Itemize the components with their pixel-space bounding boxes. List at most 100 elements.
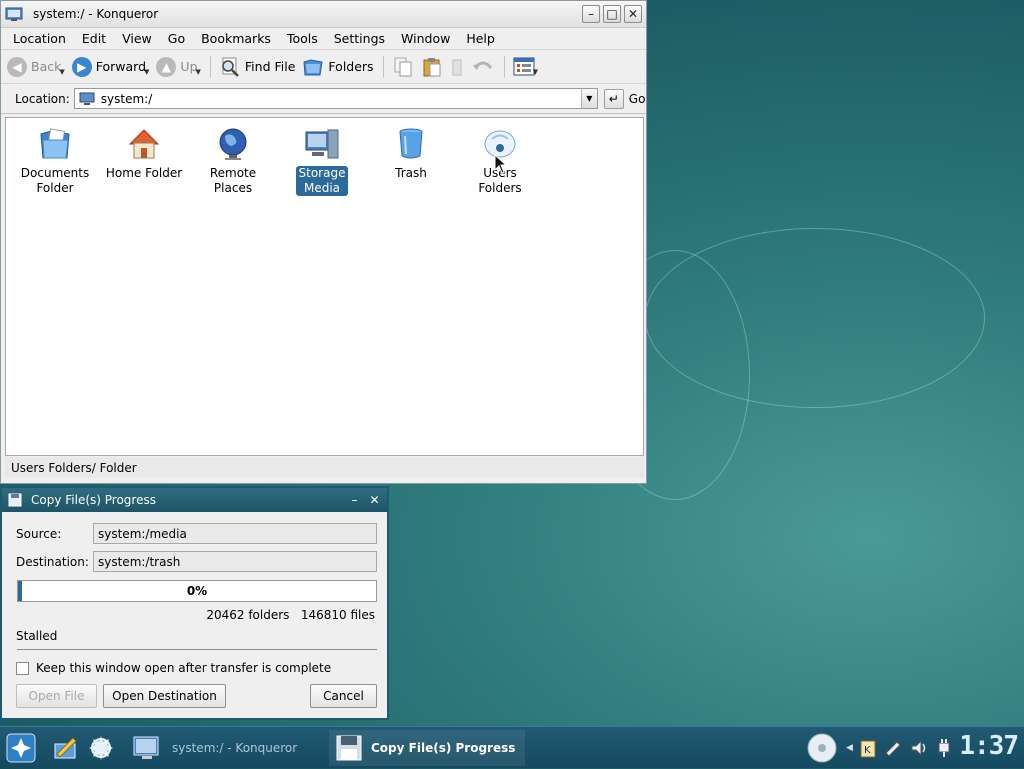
system-tray: ◀ K — [806, 727, 953, 769]
toolbar-separator — [503, 55, 505, 78]
menu-window[interactable]: Window — [393, 31, 458, 46]
taskbar: system:/ - Konqueror Copy File(s) Progre… — [0, 726, 1024, 768]
task-konqueror-icon — [133, 736, 159, 759]
quicklaunch-konqueror[interactable] — [84, 730, 118, 766]
svg-text:K: K — [864, 745, 871, 756]
storage-media-item[interactable]: Storage Media — [279, 122, 365, 196]
konqueror-window-icon[interactable] — [5, 6, 23, 22]
location-label: Location: — [15, 91, 70, 106]
globe-icon — [215, 126, 251, 162]
paste-icon — [423, 57, 441, 76]
forward-label: Forward — [95, 59, 147, 74]
location-input[interactable]: system:/ ▼ — [73, 88, 598, 109]
k-menu-icon — [6, 733, 36, 763]
file-view[interactable]: Documents Folder Home Folder Remote Plac… — [5, 117, 644, 456]
trash-item[interactable]: Trash — [368, 122, 454, 181]
progress-bar: 0% — [17, 580, 377, 602]
open-file-button[interactable]: Open File — [16, 684, 97, 708]
dialog-close-button[interactable]: ✕ — [366, 492, 383, 509]
k-menu-button[interactable] — [4, 730, 38, 766]
menu-bookmarks[interactable]: Bookmarks — [193, 31, 279, 46]
toolbar-separator — [209, 55, 211, 78]
menu-go[interactable]: Go — [160, 31, 193, 46]
power-plug-icon[interactable] — [935, 737, 953, 759]
paste-button[interactable] — [421, 56, 443, 78]
minimize-button[interactable]: – — [582, 5, 600, 23]
klipper-clipboard-icon[interactable]: K — [859, 738, 877, 758]
network-plug-icon[interactable] — [883, 738, 903, 758]
progress-percent: 0% — [186, 584, 208, 598]
destination-label: Destination: — [16, 555, 89, 569]
window-title: system:/ - Konqueror — [33, 7, 159, 21]
source-label: Source: — [16, 527, 62, 541]
back-arrow-icon: ◀ — [7, 56, 27, 77]
trash-toolbar-icon — [452, 59, 462, 75]
home-folder-item[interactable]: Home Folder — [101, 122, 187, 181]
location-dropdown-icon[interactable]: ▼ — [580, 89, 597, 108]
magnifier-icon — [222, 57, 239, 77]
open-destination-button[interactable]: Open Destination — [103, 684, 226, 708]
destination-field: system:/trash — [93, 551, 377, 572]
up-arrow-icon: ▲ — [156, 56, 177, 77]
cancel-button[interactable]: Cancel — [310, 684, 377, 708]
dialog-minimize-button[interactable]: – — [346, 492, 363, 509]
close-button[interactable]: ✕ — [624, 5, 642, 23]
task-copy-progress[interactable]: Copy File(s) Progress — [329, 730, 525, 766]
back-button[interactable]: ◀ Back ▼ — [7, 56, 65, 77]
trash-button[interactable] — [450, 56, 464, 78]
volume-speaker-icon[interactable] — [909, 738, 929, 758]
view-mode-button[interactable]: ▼ — [513, 56, 538, 78]
dialog-titlebar[interactable]: Copy File(s) Progress – ✕ — [2, 488, 387, 512]
forward-button[interactable]: ▶ Forward ▼ — [71, 56, 149, 77]
documents-folder-item[interactable]: Documents Folder — [12, 122, 98, 196]
view-mode-dropdown-icon[interactable]: ▼ — [533, 68, 538, 76]
menubar: Location Edit View Go Bookmarks Tools Se… — [1, 28, 646, 50]
remote-places-label: Remote Places — [209, 166, 257, 195]
up-dropdown-icon[interactable]: ▼ — [196, 68, 201, 76]
menu-edit[interactable]: Edit — [74, 31, 114, 46]
clock[interactable]: 1:37 — [959, 731, 1019, 761]
menu-view[interactable]: View — [114, 31, 160, 46]
back-dropdown-icon[interactable]: ▼ — [59, 68, 64, 76]
view-mode-icon — [513, 57, 535, 75]
status-bar: Users Folders/ Folder — [5, 457, 644, 478]
location-value: system:/ — [100, 91, 153, 106]
forward-dropdown-icon[interactable]: ▼ — [144, 68, 149, 76]
task-copy-progress-label: Copy File(s) Progress — [371, 741, 516, 755]
menu-location[interactable]: Location — [5, 31, 74, 46]
go-button[interactable]: ↵ Go — [603, 88, 645, 109]
go-arrow-icon: ↵ — [603, 88, 624, 109]
quicklaunch-editor[interactable] — [48, 730, 82, 766]
tray-expand-icon[interactable]: ◀ — [846, 743, 853, 753]
forward-arrow-icon: ▶ — [71, 56, 92, 77]
back-label: Back — [31, 59, 62, 74]
menu-help[interactable]: Help — [458, 31, 503, 46]
menu-tools[interactable]: Tools — [279, 31, 326, 46]
folders-button[interactable]: Folders — [302, 56, 374, 78]
documents-folder-label: Documents Folder — [20, 166, 90, 195]
toolbar-separator — [382, 55, 384, 78]
keep-open-option[interactable]: Keep this window open after transfer is … — [16, 661, 331, 675]
konqueror-titlebar[interactable]: system:/ - Konqueror – □ ✕ — [1, 1, 646, 28]
source-field: system:/media — [93, 523, 377, 544]
storage-media-icon — [304, 126, 340, 162]
find-file-button[interactable]: Find File — [219, 56, 296, 78]
remote-places-item[interactable]: Remote Places — [190, 122, 276, 196]
konqueror-window: system:/ - Konqueror – □ ✕ Location Edit… — [0, 0, 647, 484]
cd-disc-icon[interactable] — [806, 732, 838, 764]
keep-open-checkbox[interactable] — [16, 661, 29, 675]
copy-button[interactable] — [392, 56, 414, 78]
transfer-counts: 20462 folders 146810 files — [206, 608, 375, 622]
copy-icon — [394, 57, 412, 76]
undo-button[interactable] — [471, 56, 495, 78]
maximize-button[interactable]: □ — [603, 5, 621, 23]
dialog-separator — [17, 649, 377, 650]
main-toolbar: ◀ Back ▼ ▶ Forward ▼ ▲ Up ▼ Find File Fo… — [1, 50, 646, 84]
up-button[interactable]: ▲ Up ▼ — [156, 56, 201, 77]
trash-icon — [393, 126, 429, 162]
task-konqueror-label: system:/ - Konqueror — [172, 741, 298, 755]
menu-settings[interactable]: Settings — [326, 31, 393, 46]
task-konqueror[interactable]: system:/ - Konqueror — [128, 730, 324, 766]
folders-label: Folders — [328, 59, 374, 74]
find-file-label: Find File — [244, 59, 296, 74]
